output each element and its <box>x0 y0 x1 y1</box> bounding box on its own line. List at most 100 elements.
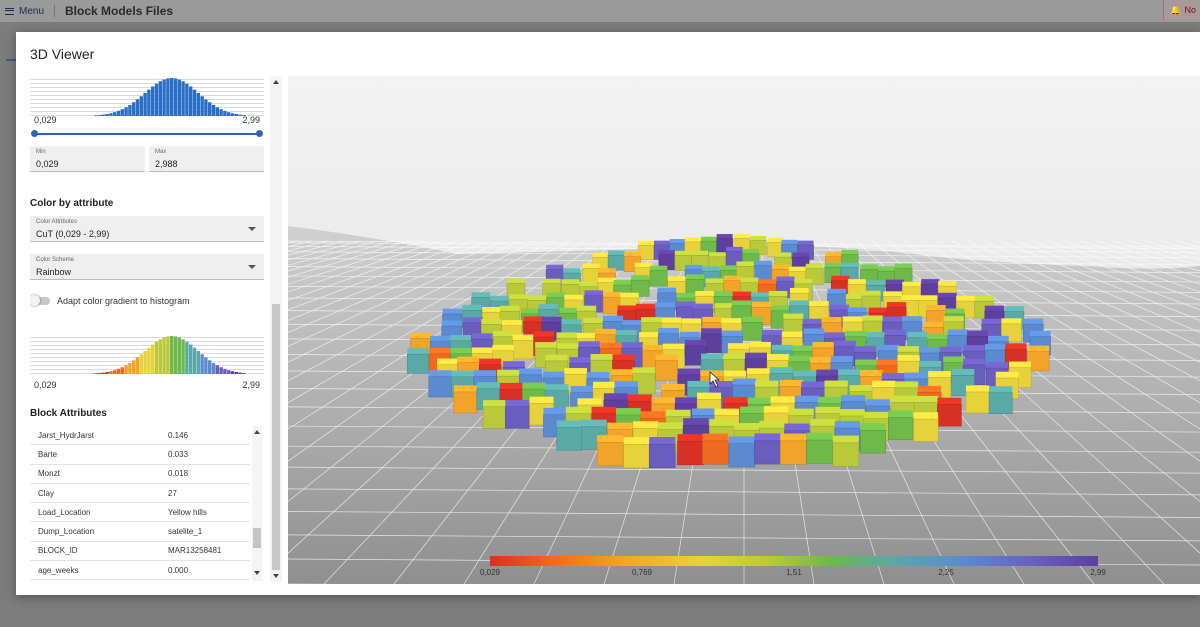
viewer-dialog: 3D Viewer 0,029 2,99 Min 0,029 Max 2,988… <box>16 32 1200 595</box>
legend-tick-label: 2,99 <box>1090 568 1106 577</box>
attributes-scrollbar[interactable] <box>252 426 262 581</box>
legend-tick-label: 0,769 <box>631 568 653 577</box>
adapt-gradient-toggle[interactable]: Adapt color gradient to histogram <box>30 295 190 306</box>
notifications-button[interactable]: 🔔 No <box>1163 0 1200 20</box>
model-block <box>965 385 990 414</box>
range-slider-track <box>34 133 260 135</box>
histogram-bar <box>230 371 235 374</box>
histogram-bar <box>143 92 147 116</box>
color-legend-bar <box>490 556 1098 566</box>
table-row: Clay 27 <box>30 484 250 504</box>
histogram-bar <box>135 99 140 116</box>
color-histogram <box>30 334 264 374</box>
histogram-bar <box>177 337 181 374</box>
color-scheme-select[interactable]: Color Scheme Rainbow <box>30 254 264 280</box>
color-scheme-value: Rainbow <box>36 267 72 277</box>
panel-scrollbar[interactable] <box>270 76 282 582</box>
model-block <box>649 265 668 287</box>
range-slider-min-handle[interactable] <box>31 130 38 137</box>
filter-histogram-bars <box>94 78 246 116</box>
histogram-bar <box>143 350 147 374</box>
model-block <box>648 437 676 468</box>
scrollbar-thumb[interactable] <box>272 304 280 570</box>
model-block <box>806 432 833 464</box>
histogram-bar <box>189 86 193 116</box>
histogram-bar <box>173 78 178 116</box>
histogram-bar <box>151 344 155 374</box>
attr-key: BLOCK_ID <box>38 546 78 556</box>
model-block <box>913 412 939 442</box>
filter-hist-min-label: 0,029 <box>34 115 57 125</box>
bell-icon: 🔔 <box>1170 4 1182 15</box>
scroll-up-icon[interactable] <box>254 430 260 434</box>
histogram-bar <box>154 83 159 116</box>
histogram-bar <box>120 367 124 374</box>
histogram-bar <box>219 367 223 374</box>
attr-value: satelite_1 <box>168 527 203 537</box>
histogram-bar <box>208 102 212 116</box>
app-header: Menu Block Models Files 🔔 No <box>0 0 1200 22</box>
range-slider-max-handle[interactable] <box>256 130 263 137</box>
model-block <box>860 423 886 454</box>
attr-key: age_weeks <box>38 565 79 575</box>
model-block <box>702 433 729 465</box>
histogram-bar <box>211 362 216 374</box>
histogram-bar <box>185 341 189 374</box>
histogram-bar <box>158 339 162 374</box>
min-field[interactable]: Min 0,029 <box>30 146 145 172</box>
histogram-bar <box>196 92 200 116</box>
model-block <box>428 370 452 398</box>
histogram-bar <box>181 81 185 116</box>
chevron-down-icon <box>248 227 256 231</box>
color-hist-max-label: 2,99 <box>242 380 260 390</box>
histogram-bar <box>124 365 128 374</box>
min-field-value: 0,029 <box>36 159 59 169</box>
histogram-bar <box>128 362 132 374</box>
range-slider[interactable] <box>31 130 263 138</box>
model-block <box>607 250 625 271</box>
model-block <box>937 397 962 427</box>
histogram-bar <box>162 79 166 116</box>
attr-key: Jarst_HydrJarst <box>38 430 95 440</box>
3d-viewport[interactable]: 0,029 0,769 1,51 2,25 2,99 <box>288 76 1200 584</box>
model-block <box>505 400 530 429</box>
histogram-bar <box>147 89 151 116</box>
max-field[interactable]: Max 2,988 <box>149 146 264 172</box>
attr-value: Yellow hills <box>168 507 207 517</box>
block-attributes-table: Jarst_HydrJarst 0.146 Barte 0.033 Monzt 0.0… <box>30 426 250 581</box>
filter-hist-max-label: 2,99 <box>242 115 260 125</box>
histogram-bar <box>101 372 105 374</box>
attr-key: Load_Location <box>38 507 91 517</box>
histogram-bar <box>238 372 242 374</box>
histogram-bar <box>139 96 143 116</box>
scrollbar-thumb[interactable] <box>253 528 261 548</box>
menu-label: Menu <box>19 5 45 17</box>
table-row: Monzt 0.018 <box>30 465 250 484</box>
toggle-switch-icon[interactable] <box>30 295 50 306</box>
scroll-up-icon[interactable] <box>273 80 279 84</box>
menu-button[interactable]: Menu <box>5 6 44 17</box>
scroll-down-icon[interactable] <box>254 571 260 575</box>
color-attribute-select[interactable]: Color Attributes CuT (0,029 - 2,99) <box>30 216 264 242</box>
histogram-bar <box>170 78 174 116</box>
dialog-title: 3D Viewer <box>30 46 95 62</box>
histogram-bar <box>154 341 159 374</box>
histogram-bar <box>181 339 185 374</box>
histogram-bar <box>132 102 136 116</box>
legend-tick-label: 1,51 <box>786 568 802 577</box>
block-model-scene[interactable] <box>288 76 1200 584</box>
histogram-bar <box>208 360 212 374</box>
attr-key: Dump_Location <box>38 527 95 537</box>
histogram-bar <box>139 354 143 374</box>
table-row: age_weeks 0.000 <box>30 561 250 581</box>
attr-value: MAR13258481 <box>168 546 222 556</box>
table-row: BLOCK_ID MAR13258481 <box>30 542 250 562</box>
model-block <box>407 348 429 374</box>
histogram-bar <box>135 357 140 374</box>
scroll-down-icon[interactable] <box>273 574 279 578</box>
model-block <box>742 316 763 341</box>
color-range-labels: 0,029 2,99 <box>34 380 260 390</box>
model-block <box>655 354 678 381</box>
histogram-bar <box>242 373 246 374</box>
filter-range-labels: 0,029 2,99 <box>34 115 260 125</box>
